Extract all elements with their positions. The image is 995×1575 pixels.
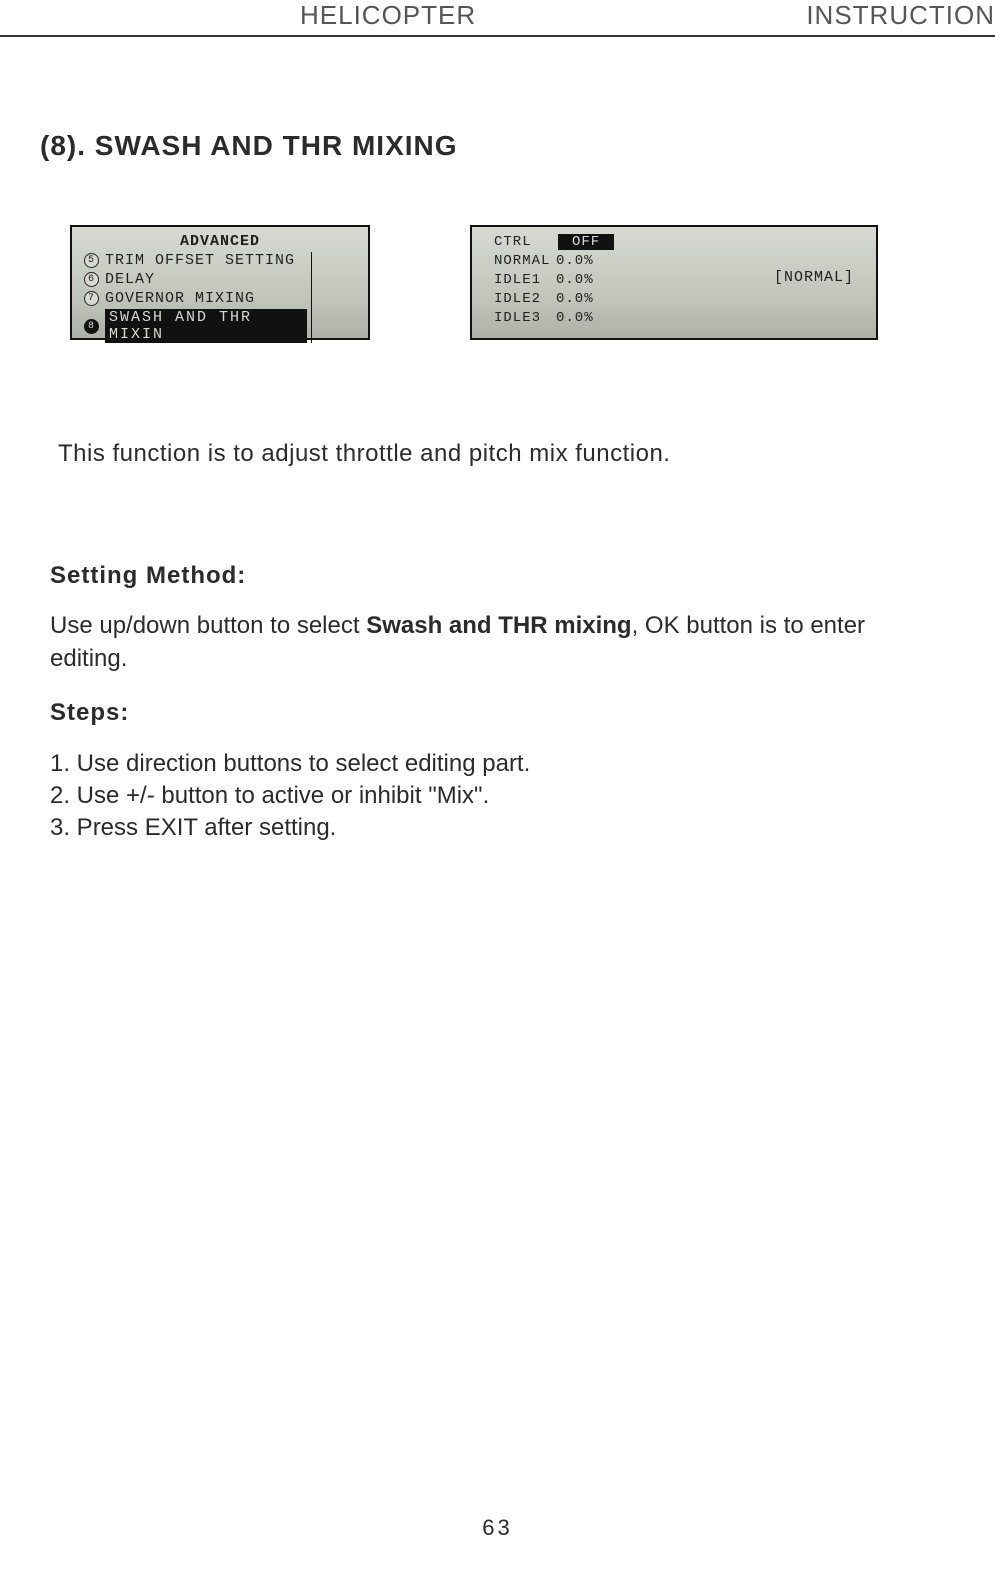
setting-method-pre: Use up/down button to select (50, 612, 366, 639)
lcd-values-label: IDLE3 (494, 310, 556, 326)
lcd-menu-label: DELAY (105, 271, 155, 288)
header-rule (0, 35, 995, 37)
lcd-values-screen: CTRL OFF NORMAL 0.0% IDLE1 0.0% IDLE2 0.… (470, 225, 878, 340)
lcd-values-row: CTRL OFF (478, 234, 870, 250)
header-right: INSTRUCTION (806, 0, 995, 31)
lcd-values-value: 0.0% (556, 310, 606, 326)
lcd-menu-num-icon: 5 (84, 253, 99, 268)
intro-text: This function is to adjust throttle and … (58, 440, 670, 468)
steps-heading: Steps: (50, 697, 930, 729)
lcd-values-mode: [NORMAL] (774, 269, 854, 286)
body-block: Setting Method: Use up/down button to se… (50, 560, 930, 845)
lcd-values-row: IDLE3 0.0% (478, 310, 870, 326)
lcd-menu-column: 5 TRIM OFFSET SETTING 6 DELAY 7 GOVERNOR… (80, 252, 312, 343)
lcd-values-value: 0.0% (556, 291, 606, 307)
lcd-values-label: IDLE1 (494, 272, 556, 288)
lcd-values-value: 0.0% (556, 253, 606, 269)
page-number: 63 (0, 1515, 995, 1541)
lcd-values-value-pill: OFF (558, 234, 614, 250)
steps-list: 1. Use direction buttons to select editi… (50, 748, 930, 845)
lcd-menu-label: SWASH AND THR MIXIN (105, 309, 307, 343)
lcd-values-label: CTRL (494, 234, 556, 250)
lcd-menu-item: 7 GOVERNOR MIXING (80, 290, 307, 307)
lcd-values-row: IDLE2 0.0% (478, 291, 870, 307)
header-left: HELICOPTER (300, 0, 476, 31)
lcd-menu-num-icon: 7 (84, 291, 99, 306)
page-header: HELICOPTER INSTRUCTION (0, 0, 995, 40)
lcd-menu-inner: ADVANCED 5 TRIM OFFSET SETTING 6 DELAY 7… (78, 231, 362, 334)
lcd-menu-label: TRIM OFFSET SETTING (105, 252, 295, 269)
lcd-menu-num-icon: 8 (84, 319, 99, 334)
lcd-menu-item: 5 TRIM OFFSET SETTING (80, 252, 307, 269)
lcd-menu-num-icon: 6 (84, 272, 99, 287)
step-item: 3. Press EXIT after setting. (50, 812, 930, 844)
lcd-menu-label: GOVERNOR MIXING (105, 290, 255, 307)
setting-method-strong: Swash and THR mixing (366, 612, 631, 639)
section-title: (8). SWASH AND THR MIXING (40, 130, 458, 162)
step-item: 1. Use direction buttons to select editi… (50, 748, 930, 780)
lcd-values-label: NORMAL (494, 253, 556, 269)
setting-method-heading: Setting Method: (50, 560, 930, 592)
lcd-menu-title: ADVANCED (78, 233, 362, 250)
lcd-menu-item: 6 DELAY (80, 271, 307, 288)
page: HELICOPTER INSTRUCTION (8). SWASH AND TH… (0, 0, 995, 1575)
lcd-menu-screen: ADVANCED 5 TRIM OFFSET SETTING 6 DELAY 7… (70, 225, 370, 340)
lcd-values-row: NORMAL 0.0% (478, 253, 870, 269)
lcd-values-inner: CTRL OFF NORMAL 0.0% IDLE1 0.0% IDLE2 0.… (478, 231, 870, 334)
step-item: 2. Use +/- button to active or inhibit "… (50, 780, 930, 812)
lcd-menu-item-selected: 8 SWASH AND THR MIXIN (80, 309, 307, 343)
lcd-values-value: 0.0% (556, 272, 606, 288)
setting-method-text: Use up/down button to select Swash and T… (50, 610, 930, 675)
lcd-values-label: IDLE2 (494, 291, 556, 307)
